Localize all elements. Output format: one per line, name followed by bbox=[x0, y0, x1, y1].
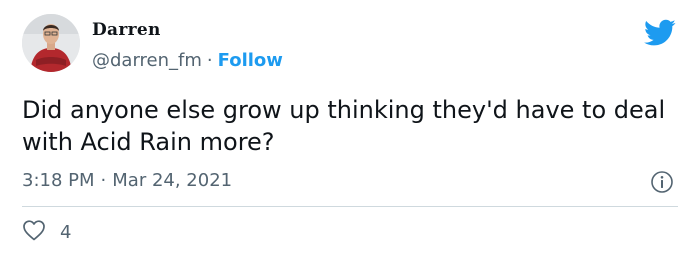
tweet-time: 3:18 PM bbox=[22, 170, 95, 191]
tweet-timestamp[interactable]: 3:18 PM · Mar 24, 2021 bbox=[22, 170, 232, 191]
avatar[interactable] bbox=[22, 14, 80, 72]
follow-button[interactable]: Follow bbox=[218, 50, 283, 71]
heart-icon bbox=[22, 219, 46, 245]
info-icon[interactable] bbox=[650, 170, 674, 194]
display-name[interactable]: Darren bbox=[92, 20, 161, 40]
separator-dot: · bbox=[100, 170, 107, 191]
avatar-image bbox=[22, 14, 80, 72]
user-handle[interactable]: @darren_fm bbox=[92, 50, 202, 71]
separator-dot: · bbox=[206, 50, 213, 71]
tweet-date: Mar 24, 2021 bbox=[112, 170, 233, 191]
like-button[interactable]: 4 bbox=[22, 220, 71, 244]
like-count: 4 bbox=[60, 221, 72, 243]
tweet-card: Darren @darren_fm · Follow Did anyone else… bbox=[0, 0, 700, 257]
twitter-bird-icon[interactable] bbox=[644, 19, 676, 47]
tweet-text: Did anyone else grow up thinking they'd … bbox=[22, 96, 666, 156]
handle-row: @darren_fm · Follow bbox=[92, 50, 283, 71]
divider bbox=[22, 206, 678, 207]
